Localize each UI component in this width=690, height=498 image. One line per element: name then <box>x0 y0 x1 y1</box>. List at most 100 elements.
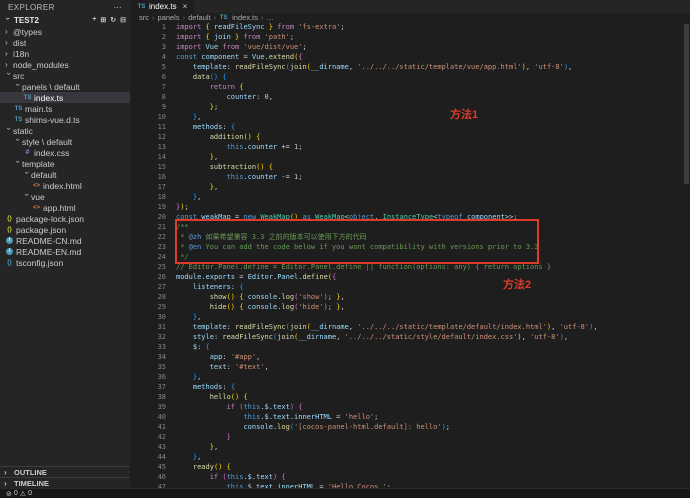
code-line[interactable]: 20 const weakMap = new WeakMap() as WeakM… <box>130 212 682 222</box>
code-line[interactable]: 17 }, <box>130 182 682 192</box>
code-line[interactable]: 35 text: '#text', <box>130 362 682 372</box>
code-line[interactable]: 45 ready() { <box>130 462 682 472</box>
code-token: : <box>226 323 236 331</box>
editor-scrollbar[interactable] <box>684 24 689 184</box>
code-line[interactable]: 16 this.counter -= 1; <box>130 172 682 182</box>
tab-close-icon[interactable]: × <box>183 2 188 11</box>
tree-item-shims-vue-d-ts[interactable]: TS shims-vue.d.ts <box>0 114 130 125</box>
tree-item-readme-cn-md[interactable]: i README-CN.md <box>0 235 130 246</box>
code-line[interactable]: 23 * @en You can add the code below if y… <box>130 242 682 252</box>
code-line[interactable]: 26 module.exports = Editor.Panel.define({ <box>130 272 682 282</box>
tree-item-node-modules[interactable]: › node_modules <box>0 59 130 70</box>
code-line[interactable]: 37 methods: { <box>130 382 682 392</box>
code-line[interactable]: 40 this.$.text.innerHTML = 'hello'; <box>130 412 682 422</box>
code-line[interactable]: 11 methods: { <box>130 122 682 132</box>
code-line[interactable]: 9 }; <box>130 102 682 112</box>
code-line[interactable]: 28 show() { console.log('show'); }, <box>130 292 682 302</box>
tree-item-app-html[interactable]: <> app.html <box>0 202 130 213</box>
code-line[interactable]: 6 data() { <box>130 72 682 82</box>
tree-item-template[interactable]: › template <box>0 158 130 169</box>
code-line[interactable]: 39 if (this.$.text) { <box>130 402 682 412</box>
code-editor[interactable]: 1 import { readFileSync } from 'fs-extra'… <box>130 22 682 488</box>
code-line[interactable]: 15 subtraction() { <box>130 162 682 172</box>
code-line[interactable]: 32 style: readFileSync(join(__dirname, '… <box>130 332 682 342</box>
problems-indicator[interactable]: ⊘ 0 ⚠ 0 <box>6 490 32 498</box>
tree-item-index-css[interactable]: # index.css <box>0 147 130 158</box>
code-line[interactable]: 3 import Vue from 'vue/dist/vue'; <box>130 42 682 52</box>
refresh-icon[interactable]: ↻ <box>110 16 116 24</box>
code-token: /** <box>176 223 189 231</box>
more-actions-icon[interactable]: ⋯ <box>114 3 122 12</box>
explorer-sidebar: EXPLORER ⋯ › TEST2 + ⊞ ↻ ⊟ › @types › dist › i18… <box>0 0 130 488</box>
line-number: 38 <box>157 393 166 401</box>
code-line[interactable]: 1 import { readFileSync } from 'fs-extra'… <box>130 22 682 32</box>
code-line[interactable]: 24 */ <box>130 252 682 262</box>
code-token: , <box>213 183 219 191</box>
tree-item-index-ts[interactable]: TS index.ts <box>0 92 130 103</box>
code-line[interactable]: 18 }, <box>130 192 682 202</box>
code-token: methods <box>192 123 223 131</box>
new-folder-icon[interactable]: ⊞ <box>100 16 106 24</box>
code-line[interactable]: 41 console.log('[cocos-panel-html.defaul… <box>130 422 682 432</box>
breadcrumb-item-src[interactable]: src <box>139 13 149 22</box>
code-token: from <box>272 23 299 31</box>
code-line[interactable]: 31 template: readFileSync(join(__dirname… <box>130 322 682 332</box>
code-token: readFileSync <box>235 63 286 71</box>
tree-item-dist[interactable]: › dist <box>0 37 130 48</box>
code-line[interactable]: 13 this.counter += 1; <box>130 142 682 152</box>
code-line[interactable]: 44 }, <box>130 452 682 462</box>
code-line[interactable]: 5 template: readFileSync(join(__dirname,… <box>130 62 682 72</box>
tab-index-ts[interactable]: TS index.ts × <box>130 0 195 13</box>
timeline-section[interactable]: › TIMELINE <box>0 477 130 488</box>
breadcrumb-item-default[interactable]: default <box>188 13 211 22</box>
code-line[interactable]: 43 }, <box>130 442 682 452</box>
code-line[interactable]: 7 return { <box>130 82 682 92</box>
code-line[interactable]: 25 // Editor.Panel.define = Editor.Panel.… <box>130 262 682 272</box>
code-line[interactable]: 12 addition() { <box>130 132 682 142</box>
code-line[interactable]: 2 import { join } from 'path'; <box>130 32 682 42</box>
new-file-icon[interactable]: + <box>92 16 96 24</box>
tree-item-static[interactable]: › static <box>0 125 130 136</box>
outline-section[interactable]: › OUTLINE <box>0 466 130 477</box>
section-header-test2[interactable]: › TEST2 + ⊞ ↻ ⊟ <box>0 14 130 26</box>
code-line[interactable]: 22 * @zh 如果希望兼容 3.3 之前的版本可以使用下方的代码 <box>130 232 682 242</box>
breadcrumb-item-[interactable]: … <box>267 13 275 22</box>
code-line[interactable]: 19}); <box>130 202 682 212</box>
code-line[interactable]: 27 listeners: { <box>130 282 682 292</box>
breadcrumb-item-panels[interactable]: panels <box>158 13 180 22</box>
tree-item-style-default[interactable]: › style \ default <box>0 136 130 147</box>
code-line[interactable]: 8 counter: 0, <box>130 92 682 102</box>
tree-item-types[interactable]: › @types <box>0 26 130 37</box>
tree-item-package-json[interactable]: {} package.json <box>0 224 130 235</box>
code-line[interactable]: 30 }, <box>130 312 682 322</box>
tree-item-default[interactable]: › default <box>0 169 130 180</box>
tree-item-panels-default[interactable]: › panels \ default <box>0 81 130 92</box>
code-line[interactable]: 29 hide() { console.log('hide'); }, <box>130 302 682 312</box>
code-line[interactable]: 34 app: '#app', <box>130 352 682 362</box>
tree-item-tsconfig-json[interactable]: {} tsconfig.json <box>0 257 130 268</box>
tree-item-vue[interactable]: › vue <box>0 191 130 202</box>
code-line[interactable]: 14 }, <box>130 152 682 162</box>
tree-item-readme-en-md[interactable]: i README-EN.md <box>0 246 130 257</box>
line-number: 17 <box>157 183 166 191</box>
code-line[interactable]: 36 }, <box>130 372 682 382</box>
tree-item-index-html[interactable]: <> index.html <box>0 180 130 191</box>
breadcrumb-item-index-ts[interactable]: TS index.ts <box>219 13 258 22</box>
tree-item-i18n[interactable]: › i18n <box>0 48 130 59</box>
code-line[interactable]: 42 } <box>130 432 682 442</box>
code-text: if (this.$.text) { <box>176 402 303 412</box>
code-line[interactable]: 10 }, <box>130 112 682 122</box>
tree-item-src[interactable]: › src <box>0 70 130 81</box>
code-line[interactable]: 33 $: { <box>130 342 682 352</box>
code-line[interactable]: 4 const component = Vue.extend({ <box>130 52 682 62</box>
code-line[interactable]: 21 /** <box>130 222 682 232</box>
tree-item-package-lock-json[interactable]: {} package-lock.json <box>0 213 130 224</box>
tree-item-main-ts[interactable]: TS main.ts <box>0 103 130 114</box>
collapse-all-icon[interactable]: ⊟ <box>120 16 126 24</box>
code-line[interactable]: 38 hello() { <box>130 392 682 402</box>
code-line[interactable]: 46 if (this.$.text) { <box>130 472 682 482</box>
code-token: component <box>201 53 240 61</box>
